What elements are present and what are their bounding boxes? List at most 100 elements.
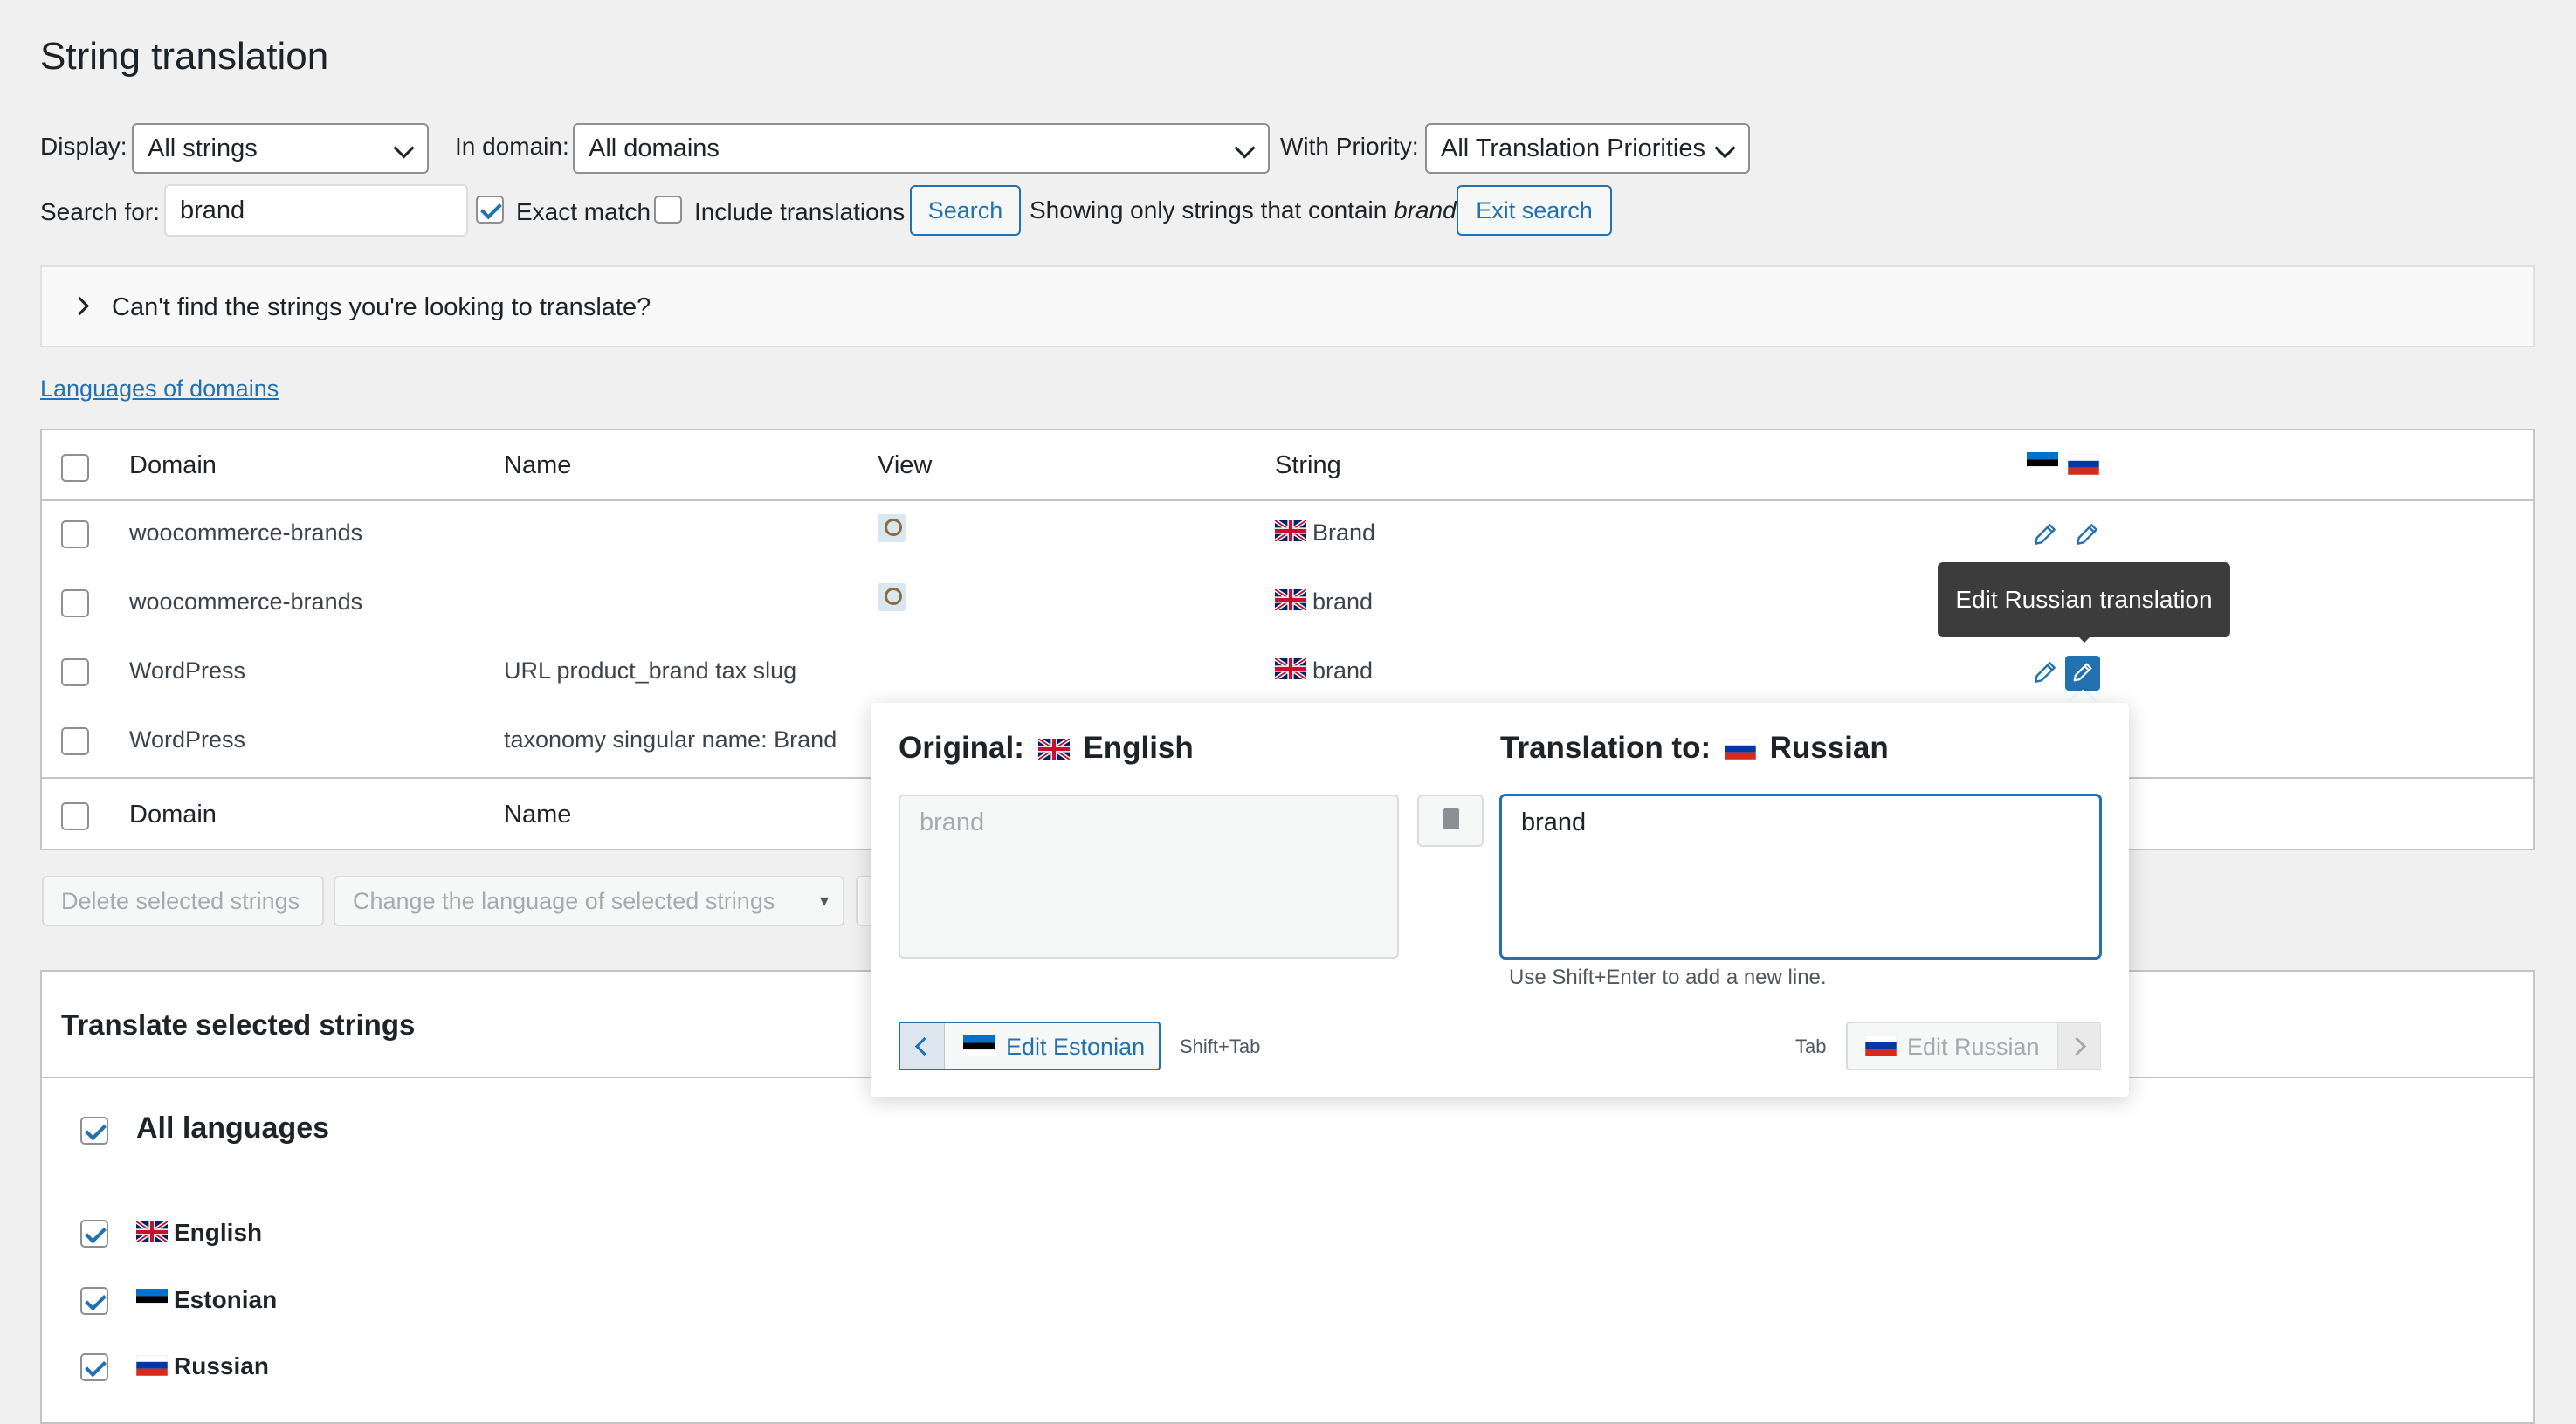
display-label: Display: (40, 133, 127, 160)
english-checkbox[interactable] (80, 1220, 108, 1248)
display-select[interactable]: All strings (132, 123, 429, 174)
include-translations-checkbox[interactable] (654, 196, 682, 224)
row-domain: woocommerce-brands (129, 588, 363, 615)
priority-label: With Priority: (1280, 133, 1419, 160)
caret-down-icon: ▾ (819, 891, 829, 911)
domain-select-value: All domains (589, 134, 720, 162)
newline-hint: Use Shift+Enter to add a new line. (1509, 966, 1827, 989)
view-magnifier-icon[interactable] (878, 583, 906, 611)
estonian-flag-icon (136, 1289, 168, 1310)
column-header-domain: Domain (129, 451, 217, 479)
edit-russian-tooltip: Edit Russian translation (1938, 562, 2230, 637)
translation-language: Russian (1769, 731, 1889, 765)
russian-flag-icon (1865, 1035, 1897, 1056)
chevron-right-icon (70, 296, 90, 316)
search-input[interactable]: brand (164, 184, 468, 237)
row-domain: WordPress (129, 657, 246, 684)
russian-checkbox[interactable] (80, 1353, 108, 1381)
prev-chevron (900, 1023, 945, 1069)
exact-match-label: Exact match (516, 198, 651, 225)
english-flag-icon (136, 1221, 168, 1242)
chevron-left-icon (914, 1036, 934, 1056)
edit-russian-label: Edit Russian (1907, 1034, 2040, 1060)
english-flag-icon (1038, 739, 1070, 760)
estonian-flag-icon (2027, 452, 2058, 473)
display-select-value: All strings (148, 134, 258, 162)
chevron-down-icon (1234, 137, 1256, 159)
change-language-select-value: Change the language of selected strings (353, 888, 775, 914)
search-label: Search for: (40, 198, 160, 225)
edit-russian-pencil-icon[interactable] (2073, 520, 2101, 548)
cant-find-text: Can't find the strings you're looking to… (112, 293, 651, 321)
russian-flag-icon (1725, 739, 1756, 760)
languages-of-domains-link-text: Languages of domains (40, 375, 279, 402)
priority-select-value: All Translation Priorities (1441, 134, 1705, 162)
chevron-right-icon (2067, 1036, 2087, 1056)
search-status-term: brand (1394, 196, 1457, 224)
copy-icon (1443, 808, 1459, 829)
original-textarea: brand (899, 795, 1399, 959)
row-domain: woocommerce-brands (129, 519, 363, 546)
chevron-down-icon (1714, 137, 1736, 159)
exact-match-checkbox[interactable] (476, 196, 504, 224)
prev-shortcut: Shift+Tab (1180, 1035, 1261, 1057)
row-checkbox[interactable] (61, 727, 89, 755)
all-languages-checkbox[interactable] (80, 1117, 108, 1145)
footer-header-domain: Domain (129, 801, 217, 829)
translation-textarea[interactable]: brand (1500, 795, 2101, 959)
include-translations-label: Include translations (694, 198, 906, 225)
cant-find-panel[interactable]: Can't find the strings you're looking to… (40, 265, 2535, 347)
select-all-footer-checkbox[interactable] (61, 802, 89, 830)
estonian-label: Estonian (174, 1286, 278, 1313)
original-heading: Original: English (899, 731, 1194, 766)
edit-russian-button-active[interactable] (2065, 656, 2100, 691)
english-flag-icon (1275, 520, 1306, 541)
header-divider (42, 499, 2533, 501)
row-checkbox[interactable] (61, 520, 89, 548)
row-string: Brand (1312, 519, 1376, 546)
english-flag-icon (1275, 658, 1306, 679)
edit-estonian-pencil-icon[interactable] (2031, 658, 2059, 686)
page-title: String translation (40, 35, 329, 78)
column-header-name: Name (504, 451, 572, 479)
translate-selected-title: Translate selected strings (61, 1008, 416, 1041)
row-domain: WordPress (129, 726, 246, 753)
exit-search-button[interactable]: Exit search (1457, 185, 1612, 236)
domain-label: In domain: (455, 133, 569, 160)
row-name: taxonomy singular name: Brand (504, 726, 837, 753)
all-languages-label: All languages (136, 1111, 330, 1145)
edit-estonian-button[interactable]: Edit Estonian (899, 1022, 1161, 1070)
tooltip-arrow (2074, 632, 2095, 643)
pencil-icon (2070, 660, 2095, 684)
edit-estonian-pencil-icon[interactable] (2031, 520, 2059, 548)
russian-flag-icon (2068, 454, 2099, 475)
select-all-checkbox[interactable] (61, 454, 89, 482)
translation-heading: Translation to: Russian (1500, 731, 1889, 766)
copy-original-button[interactable] (1417, 795, 1484, 847)
estonian-checkbox[interactable] (80, 1287, 108, 1315)
english-label: English (174, 1219, 263, 1246)
languages-of-domains-link[interactable]: Languages of domains (40, 375, 279, 402)
priority-select[interactable]: All Translation Priorities (1425, 123, 1750, 174)
row-checkbox[interactable] (61, 658, 89, 686)
translation-popup: Original: English Translation to: Russia… (871, 703, 2129, 1097)
row-string: brand (1312, 657, 1374, 684)
row-name: URL product_brand tax slug (504, 657, 797, 684)
next-chevron (2057, 1023, 2100, 1069)
view-magnifier-icon[interactable] (878, 514, 906, 542)
edit-russian-button[interactable]: Edit Russian (1846, 1022, 2101, 1070)
russian-flag-icon (136, 1355, 168, 1376)
row-checkbox[interactable] (61, 589, 89, 617)
russian-label: Russian (174, 1352, 269, 1379)
chevron-down-icon (393, 137, 415, 159)
change-language-select[interactable]: Change the language of selected strings … (334, 876, 844, 926)
delete-selected-button[interactable]: Delete selected strings (42, 876, 324, 926)
original-language: English (1083, 731, 1194, 765)
row-string: brand (1312, 588, 1374, 615)
domain-select[interactable]: All domains (573, 123, 1270, 174)
estonian-flag-icon (963, 1035, 995, 1056)
translation-label: Translation to: (1500, 731, 1712, 765)
search-button[interactable]: Search (910, 185, 1021, 236)
search-status-text: Showing only strings that contain (1030, 196, 1388, 224)
search-status: Showing only strings that contain brand (1030, 196, 1457, 224)
